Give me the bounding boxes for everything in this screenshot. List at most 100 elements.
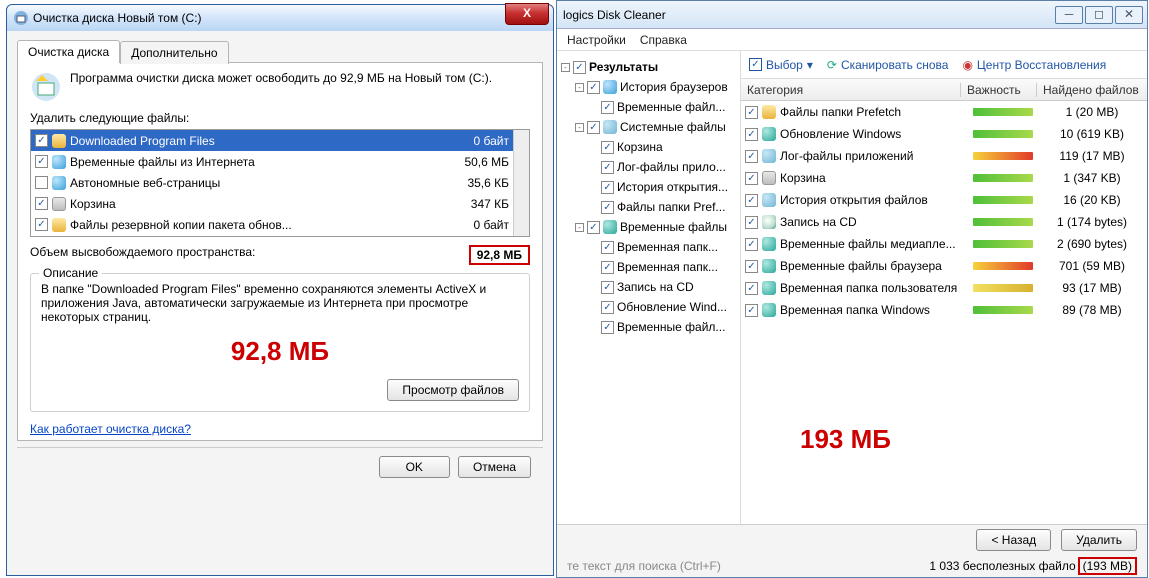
category-icon bbox=[762, 281, 776, 295]
close-button[interactable]: X bbox=[505, 3, 549, 25]
checkbox[interactable]: ✓ bbox=[601, 101, 614, 114]
tree-node[interactable]: -✓Временные файлы bbox=[561, 217, 736, 237]
category-name: Временная папка Windows bbox=[780, 303, 969, 317]
checkbox[interactable] bbox=[35, 176, 48, 189]
checkbox[interactable]: ✓ bbox=[601, 321, 614, 334]
results-list[interactable]: ✓Файлы папки Prefetch1 (20 MB)✓Обновлени… bbox=[741, 101, 1147, 321]
checkbox[interactable]: ✓ bbox=[601, 181, 614, 194]
checkbox[interactable]: ✓ bbox=[601, 301, 614, 314]
file-row[interactable]: ✓Корзина347 КБ bbox=[31, 193, 529, 214]
cancel-button[interactable]: Отмена bbox=[458, 456, 531, 478]
checkbox[interactable]: ✓ bbox=[745, 238, 758, 251]
maximize-button[interactable]: ◻ bbox=[1085, 6, 1113, 24]
close-button-2[interactable]: ✕ bbox=[1115, 6, 1143, 24]
result-row[interactable]: ✓Временная папка Windows89 (78 MB) bbox=[741, 299, 1147, 321]
tree-label: Корзина bbox=[617, 140, 663, 154]
importance-bar bbox=[973, 284, 1033, 292]
result-row[interactable]: ✓Временные файлы медиапле...2 (690 bytes… bbox=[741, 233, 1147, 255]
tab-cleanup[interactable]: Очистка диска bbox=[17, 40, 120, 63]
checkbox[interactable]: ✓ bbox=[745, 282, 758, 295]
checkbox[interactable]: ✓ bbox=[745, 260, 758, 273]
col-importance[interactable]: Важность bbox=[961, 83, 1037, 97]
col-category[interactable]: Категория bbox=[741, 83, 961, 97]
importance-bar bbox=[973, 306, 1033, 314]
checkbox[interactable]: ✓ bbox=[745, 106, 758, 119]
menu-settings[interactable]: Настройки bbox=[567, 33, 626, 46]
importance-bar bbox=[973, 196, 1033, 204]
result-row[interactable]: ✓Временные файлы браузера701 (59 MB) bbox=[741, 255, 1147, 277]
file-row[interactable]: ✓Временные файлы из Интернета50,6 МБ bbox=[31, 151, 529, 172]
tree-node[interactable]: ✓Лог-файлы прило... bbox=[561, 157, 736, 177]
checkbox[interactable]: ✓ bbox=[601, 141, 614, 154]
checkbox[interactable]: ✓ bbox=[35, 134, 48, 147]
file-list[interactable]: ✓Downloaded Program Files0 байт✓Временны… bbox=[30, 129, 530, 237]
tab-more[interactable]: Дополнительно bbox=[120, 41, 228, 64]
checkbox[interactable]: ✓ bbox=[601, 281, 614, 294]
titlebar-2[interactable]: logics Disk Cleaner ─ ◻ ✕ bbox=[557, 1, 1147, 29]
scan-again-button[interactable]: ⟳Сканировать снова bbox=[827, 58, 949, 72]
checkbox[interactable]: ✓ bbox=[35, 218, 48, 231]
back-button[interactable]: < Назад bbox=[976, 529, 1051, 551]
result-row[interactable]: ✓Файлы папки Prefetch1 (20 MB) bbox=[741, 101, 1147, 123]
checkbox[interactable]: ✓ bbox=[601, 161, 614, 174]
file-row[interactable]: Автономные веб-страницы35,6 КБ bbox=[31, 172, 529, 193]
tree-node[interactable]: ✓Обновление Wind... bbox=[561, 297, 736, 317]
checkbox[interactable]: ✓ bbox=[745, 172, 758, 185]
view-files-button[interactable]: Просмотр файлов bbox=[387, 379, 519, 401]
tree-toggle[interactable]: - bbox=[575, 223, 584, 232]
tree-node[interactable]: ✓История открытия... bbox=[561, 177, 736, 197]
disk-cleanup-icon bbox=[13, 10, 29, 26]
file-row[interactable]: ✓Downloaded Program Files0 байт bbox=[31, 130, 529, 151]
tree-node[interactable]: ✓Запись на CD bbox=[561, 277, 736, 297]
minimize-button[interactable]: ─ bbox=[1055, 6, 1083, 24]
ok-button[interactable]: OK bbox=[379, 456, 450, 478]
scrollbar[interactable] bbox=[513, 130, 529, 236]
search-hint[interactable]: те текст для поиска (Ctrl+F) bbox=[567, 559, 721, 573]
checkbox[interactable]: ✓ bbox=[601, 201, 614, 214]
result-row[interactable]: ✓Лог-файлы приложений119 (17 MB) bbox=[741, 145, 1147, 167]
checkbox[interactable]: ✓ bbox=[573, 61, 586, 74]
checkbox[interactable]: ✓ bbox=[745, 216, 758, 229]
file-row[interactable]: ✓Файлы резервной копии пакета обнов...0 … bbox=[31, 214, 529, 235]
tree-node[interactable]: ✓Файлы папки Pref... bbox=[561, 197, 736, 217]
restore-icon: ◉ bbox=[962, 58, 972, 72]
result-row[interactable]: ✓Временная папка пользователя93 (17 MB) bbox=[741, 277, 1147, 299]
checkbox[interactable]: ✓ bbox=[745, 304, 758, 317]
restore-center-button[interactable]: ◉Центр Восстановления bbox=[962, 58, 1106, 72]
tree-node[interactable]: ✓Временная папк... bbox=[561, 257, 736, 277]
titlebar[interactable]: Очистка диска Новый том (C:) X bbox=[7, 5, 553, 31]
tree-node[interactable]: ✓Временные файл... bbox=[561, 317, 736, 337]
menu-help[interactable]: Справка bbox=[640, 33, 687, 46]
checkbox[interactable]: ✓ bbox=[587, 121, 600, 134]
result-row[interactable]: ✓Обновление Windows10 (619 KB) bbox=[741, 123, 1147, 145]
tree-toggle[interactable]: - bbox=[561, 63, 570, 72]
checkbox[interactable]: ✓ bbox=[35, 155, 48, 168]
tree-node[interactable]: ✓Временные файл... bbox=[561, 97, 736, 117]
found-count: 2 (690 bytes) bbox=[1037, 237, 1147, 251]
checkbox[interactable]: ✓ bbox=[601, 241, 614, 254]
category-tree[interactable]: -✓Результаты-✓История браузеров✓Временны… bbox=[557, 51, 741, 537]
checkbox[interactable]: ✓ bbox=[587, 81, 600, 94]
col-count[interactable]: Найдено файлов bbox=[1037, 83, 1147, 97]
result-row[interactable]: ✓Корзина1 (347 KB) bbox=[741, 167, 1147, 189]
checkbox[interactable]: ✓ bbox=[35, 197, 48, 210]
tree-node[interactable]: -✓ История браузеров bbox=[561, 77, 736, 97]
result-row[interactable]: ✓Запись на CD1 (174 bytes) bbox=[741, 211, 1147, 233]
tree-node[interactable]: ✓Временная папк... bbox=[561, 237, 736, 257]
checkbox[interactable]: ✓ bbox=[745, 150, 758, 163]
tree-label: История браузеров bbox=[620, 80, 728, 94]
tree-toggle[interactable]: - bbox=[575, 83, 584, 92]
tree-node[interactable]: ✓Корзина bbox=[561, 137, 736, 157]
results-header[interactable]: Категория Важность Найдено файлов bbox=[741, 79, 1147, 101]
checkbox[interactable]: ✓ bbox=[745, 194, 758, 207]
tree-toggle[interactable]: - bbox=[575, 123, 584, 132]
delete-button[interactable]: Удалить bbox=[1061, 529, 1137, 551]
checkbox[interactable]: ✓ bbox=[587, 221, 600, 234]
help-link[interactable]: Как работает очистка диска? bbox=[30, 422, 191, 436]
result-row[interactable]: ✓История открытия файлов16 (20 KB) bbox=[741, 189, 1147, 211]
checkbox[interactable]: ✓ bbox=[601, 261, 614, 274]
tree-node[interactable]: -✓Системные файлы bbox=[561, 117, 736, 137]
checkbox[interactable]: ✓ bbox=[745, 128, 758, 141]
select-dropdown[interactable]: ✓Выбор▾ bbox=[749, 58, 813, 72]
tree-node[interactable]: -✓Результаты bbox=[561, 57, 736, 77]
